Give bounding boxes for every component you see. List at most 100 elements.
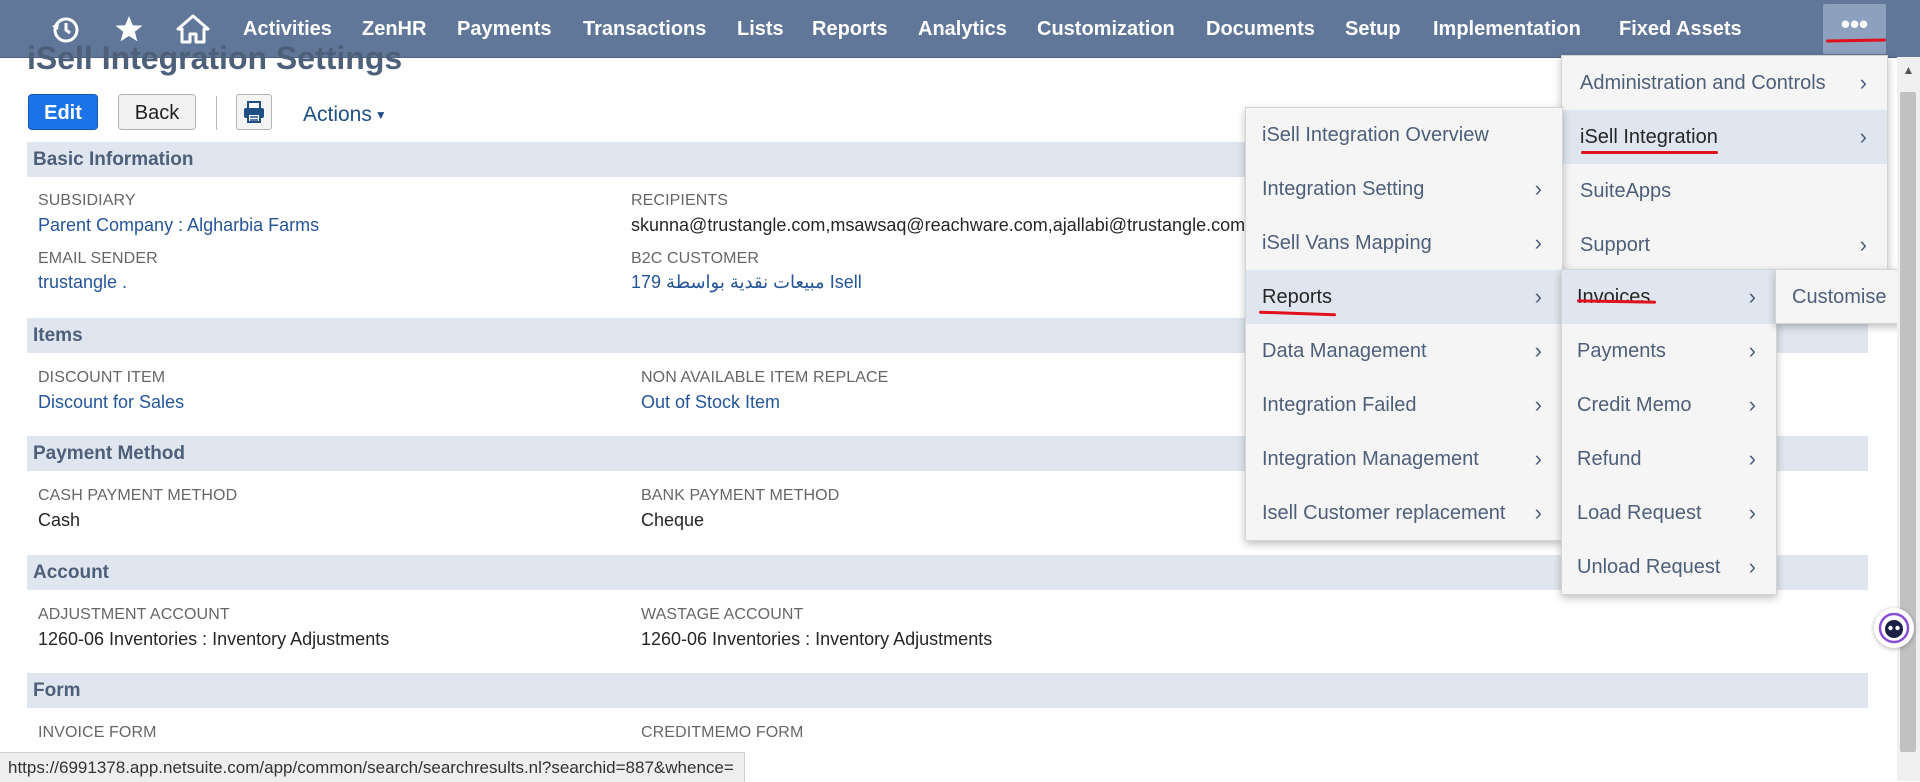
nav-reports[interactable]: Reports (812, 0, 888, 57)
chevron-right-icon: › (1534, 500, 1542, 525)
menu-item-support[interactable]: Support › (1562, 218, 1887, 272)
non-available-item-value[interactable]: Out of Stock Item (641, 392, 780, 413)
menu-item-customise[interactable]: Customise (1776, 270, 1901, 324)
menu-item-isell-customer-replacement[interactable]: Isell Customer replacement › (1246, 486, 1562, 540)
menu-item-label: Integration Setting (1262, 178, 1425, 200)
chevron-right-icon: › (1748, 500, 1756, 525)
chevron-right-icon: › (1859, 232, 1867, 257)
discount-item-value[interactable]: Discount for Sales (38, 392, 184, 413)
menu-item-label: Support (1580, 234, 1651, 256)
menu-item-integration-management[interactable]: Integration Management › (1246, 432, 1562, 486)
menu-item-label: Reports (1262, 286, 1333, 308)
edit-button[interactable]: Edit (28, 94, 98, 130)
menu-item-isell-integration-overview[interactable]: iSell Integration Overview (1246, 108, 1562, 162)
print-button[interactable] (236, 94, 272, 130)
nav-customization[interactable]: Customization (1037, 0, 1175, 57)
menu-item-reports[interactable]: Reports › (1246, 270, 1562, 324)
actions-label: Actions (303, 103, 372, 126)
menu-item-integration-failed[interactable]: Integration Failed › (1246, 378, 1562, 432)
reports-submenu: Invoices › Payments › Credit Memo › Refund ›… (1561, 269, 1777, 595)
menu-item-label: iSell Integration Overview (1262, 124, 1489, 146)
scroll-up-arrow-icon[interactable]: ▲ (1897, 60, 1920, 80)
menu-item-label: Isell Customer replacement (1262, 502, 1506, 524)
menu-item-label: iSell Vans Mapping (1262, 232, 1432, 254)
menu-item-data-management[interactable]: Data Management › (1246, 324, 1562, 378)
invoices-submenu: Customise (1775, 269, 1902, 324)
cash-payment-value: Cash (38, 510, 81, 530)
b2c-customer-label: B2C CUSTOMER (631, 250, 760, 267)
bank-payment-value: Cheque (641, 510, 705, 530)
menu-item-administration-controls[interactable]: Administration and Controls › (1562, 56, 1887, 110)
more-dropdown-menu: Administration and Controls › iSell Integ… (1561, 55, 1888, 299)
menu-item-label: Integration Management (1262, 448, 1479, 470)
menu-item-unload-request[interactable]: Unload Request › (1562, 540, 1776, 594)
menu-item-label: Administration and Controls (1580, 72, 1826, 94)
nav-implementation[interactable]: Implementation (1433, 0, 1581, 57)
nav-analytics[interactable]: Analytics (918, 0, 1007, 57)
menu-item-label: Load Request (1577, 502, 1702, 524)
nav-transactions[interactable]: Transactions (583, 0, 706, 57)
chevron-right-icon: › (1859, 70, 1867, 95)
nav-payments[interactable]: Payments (457, 0, 552, 57)
back-button[interactable]: Back (118, 94, 196, 130)
menu-item-credit-memo[interactable]: Credit Memo › (1562, 378, 1776, 432)
menu-item-label: Unload Request (1577, 556, 1721, 578)
chevron-right-icon: › (1748, 338, 1756, 363)
adjustment-account-label: ADJUSTMENT ACCOUNT (38, 606, 230, 623)
discount-item-label: DISCOUNT ITEM (38, 369, 166, 386)
creditmemo-form-label: CREDITMEMO FORM (641, 724, 804, 741)
nav-lists[interactable]: Lists (737, 0, 784, 57)
chevron-right-icon: › (1859, 124, 1867, 149)
non-available-item-label: NON AVAILABLE ITEM REPLACE (641, 369, 889, 386)
caret-down-icon: ▼ (374, 108, 387, 123)
chevron-right-icon: › (1748, 284, 1756, 309)
nav-setup[interactable]: Setup (1345, 0, 1401, 57)
assistant-bot-button[interactable] (1874, 608, 1914, 648)
status-bar-url: https://6991378.app.netsuite.com/app/com… (0, 752, 745, 782)
menu-item-isell-integration[interactable]: iSell Integration › (1562, 110, 1887, 164)
chevron-right-icon: › (1748, 554, 1756, 579)
chevron-right-icon: › (1534, 338, 1542, 363)
email-sender-value[interactable]: trustangle . (38, 272, 127, 293)
scrollbar-thumb[interactable] (1900, 92, 1916, 752)
menu-item-payments[interactable]: Payments › (1562, 324, 1776, 378)
annotation-underline (1581, 151, 1718, 154)
nav-fixed-assets[interactable]: Fixed Assets (1619, 0, 1742, 57)
chevron-right-icon: › (1534, 176, 1542, 201)
toolbar-divider (216, 96, 217, 130)
nav-documents[interactable]: Documents (1206, 0, 1315, 57)
cash-payment-label: CASH PAYMENT METHOD (38, 487, 238, 504)
chevron-right-icon: › (1748, 446, 1756, 471)
menu-item-integration-setting[interactable]: Integration Setting › (1246, 162, 1562, 216)
menu-item-label: iSell Integration (1580, 126, 1718, 148)
actions-menu[interactable]: Actions ▼ (303, 103, 387, 127)
subsidiary-value[interactable]: Parent Company : Algharbia Farms (38, 215, 319, 236)
wastage-account-label: WASTAGE ACCOUNT (641, 606, 804, 623)
menu-item-refund[interactable]: Refund › (1562, 432, 1776, 486)
menu-item-label: Invoices (1577, 286, 1651, 308)
wastage-account-value: 1260-06 Inventories : Inventory Adjustme… (641, 629, 993, 649)
subsidiary-label: SUBSIDIARY (38, 192, 136, 209)
menu-item-isell-vans-mapping[interactable]: iSell Vans Mapping › (1246, 216, 1562, 270)
chevron-right-icon: › (1534, 284, 1542, 309)
menu-item-invoices[interactable]: Invoices › (1562, 270, 1776, 324)
menu-item-load-request[interactable]: Load Request › (1562, 486, 1776, 540)
chevron-right-icon: › (1748, 392, 1756, 417)
chevron-right-icon: › (1534, 392, 1542, 417)
b2c-customer-value[interactable]: 179 مبيعات نقدية بواسطة Isell (631, 272, 862, 293)
menu-item-label: Integration Failed (1262, 394, 1417, 416)
isell-integration-submenu: iSell Integration Overview Integration S… (1245, 107, 1563, 541)
section-form[interactable]: Form (27, 673, 1868, 708)
menu-item-label: Payments (1577, 340, 1666, 362)
menu-item-suiteapps[interactable]: SuiteApps (1562, 164, 1887, 218)
bot-icon (1878, 612, 1910, 644)
menu-item-label: Customise (1792, 286, 1887, 308)
chevron-right-icon: › (1534, 230, 1542, 255)
menu-item-label: Data Management (1262, 340, 1427, 362)
menu-item-label: SuiteApps (1580, 180, 1672, 202)
email-sender-label: EMAIL SENDER (38, 250, 158, 267)
recipients-value: skunna@trustangle.com,msawsaq@reachware.… (631, 215, 1246, 235)
chevron-right-icon: › (1534, 446, 1542, 471)
printer-icon (244, 101, 264, 123)
more-menu-button[interactable]: ••• (1823, 4, 1886, 54)
